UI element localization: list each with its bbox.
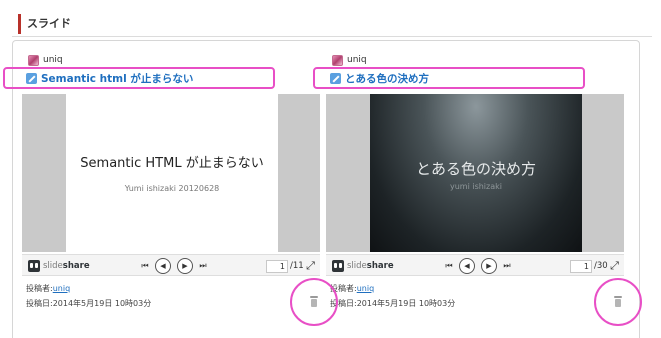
page: スライド uniq Semantic html が止まらない Semantic … (0, 0, 661, 338)
page-total: /30 (594, 261, 608, 271)
page-total: /11 (290, 261, 304, 271)
slide-viewer[interactable]: Semantic HTML が止まらない Yumi ishizaki 20120… (22, 94, 320, 252)
slideshare-wordmark: slideshare (43, 261, 90, 271)
author-row: uniq (332, 53, 367, 67)
fullscreen-icon[interactable]: ⤢ (304, 259, 317, 272)
play-button[interactable]: ▶ (177, 258, 193, 274)
previous-slide-button[interactable]: ◀ (459, 258, 475, 274)
player-controls: slideshare ⏮ ◀ ▶ ⏭ /30 ⤢ (326, 254, 624, 276)
first-slide-icon[interactable]: ⏮ (444, 258, 454, 274)
posted-date: 投稿日:2014年5月19日 10時03分 (330, 299, 456, 308)
play-button[interactable]: ▶ (481, 258, 497, 274)
player-controls: slideshare ⏮ ◀ ▶ ⏭ /11 ⤢ (22, 254, 320, 276)
title-highlight-annotation (313, 67, 585, 89)
avatar[interactable] (28, 54, 39, 66)
posted-date: 投稿日:2014年5月19日 10時03分 (26, 299, 152, 308)
slide-heading: とある色の決め方 (415, 160, 536, 178)
author-name[interactable]: uniq (43, 55, 63, 65)
delete-highlight-annotation (594, 278, 642, 326)
title-highlight-annotation (3, 67, 275, 89)
slide-subheading: Yumi ishizaki 20120628 (124, 184, 220, 193)
author-name[interactable]: uniq (347, 55, 367, 65)
poster-line: 投稿者:uniq (26, 283, 70, 294)
slide-subheading: yumi ishizaki (449, 182, 502, 191)
first-slide-icon[interactable]: ⏮ (140, 258, 150, 274)
page-number-input[interactable] (570, 260, 592, 273)
slide-preview[interactable]: とある色の決め方 yumi ishizaki (370, 94, 582, 252)
fullscreen-icon[interactable]: ⤢ (608, 259, 621, 272)
delete-highlight-annotation (290, 278, 338, 326)
slideshare-logo[interactable]: slideshare (332, 260, 394, 272)
slideshare-icon (28, 260, 40, 272)
slide-card: uniq Semantic html が止まらない Semantic HTML … (22, 0, 322, 338)
slideshare-logo[interactable]: slideshare (28, 260, 90, 272)
poster-label: 投稿者: (26, 284, 53, 293)
poster-link[interactable]: uniq (357, 284, 374, 293)
last-slide-icon[interactable]: ⏭ (198, 258, 208, 274)
slide-preview[interactable]: Semantic HTML が止まらない Yumi ishizaki 20120… (66, 94, 278, 252)
slide-card: uniq とある色の決め方 とある色の決め方 yumi ishizaki sli… (326, 0, 626, 338)
slideshare-wordmark: slideshare (347, 261, 394, 271)
slide-heading: Semantic HTML が止まらない (80, 156, 264, 171)
page-number-input[interactable] (266, 260, 288, 273)
poster-line: 投稿者:uniq (330, 283, 374, 294)
author-row: uniq (28, 53, 63, 67)
poster-link[interactable]: uniq (53, 284, 70, 293)
slide-viewer[interactable]: とある色の決め方 yumi ishizaki (326, 94, 624, 252)
previous-slide-button[interactable]: ◀ (155, 258, 171, 274)
slideshare-icon (332, 260, 344, 272)
last-slide-icon[interactable]: ⏭ (502, 258, 512, 274)
avatar[interactable] (332, 54, 343, 66)
